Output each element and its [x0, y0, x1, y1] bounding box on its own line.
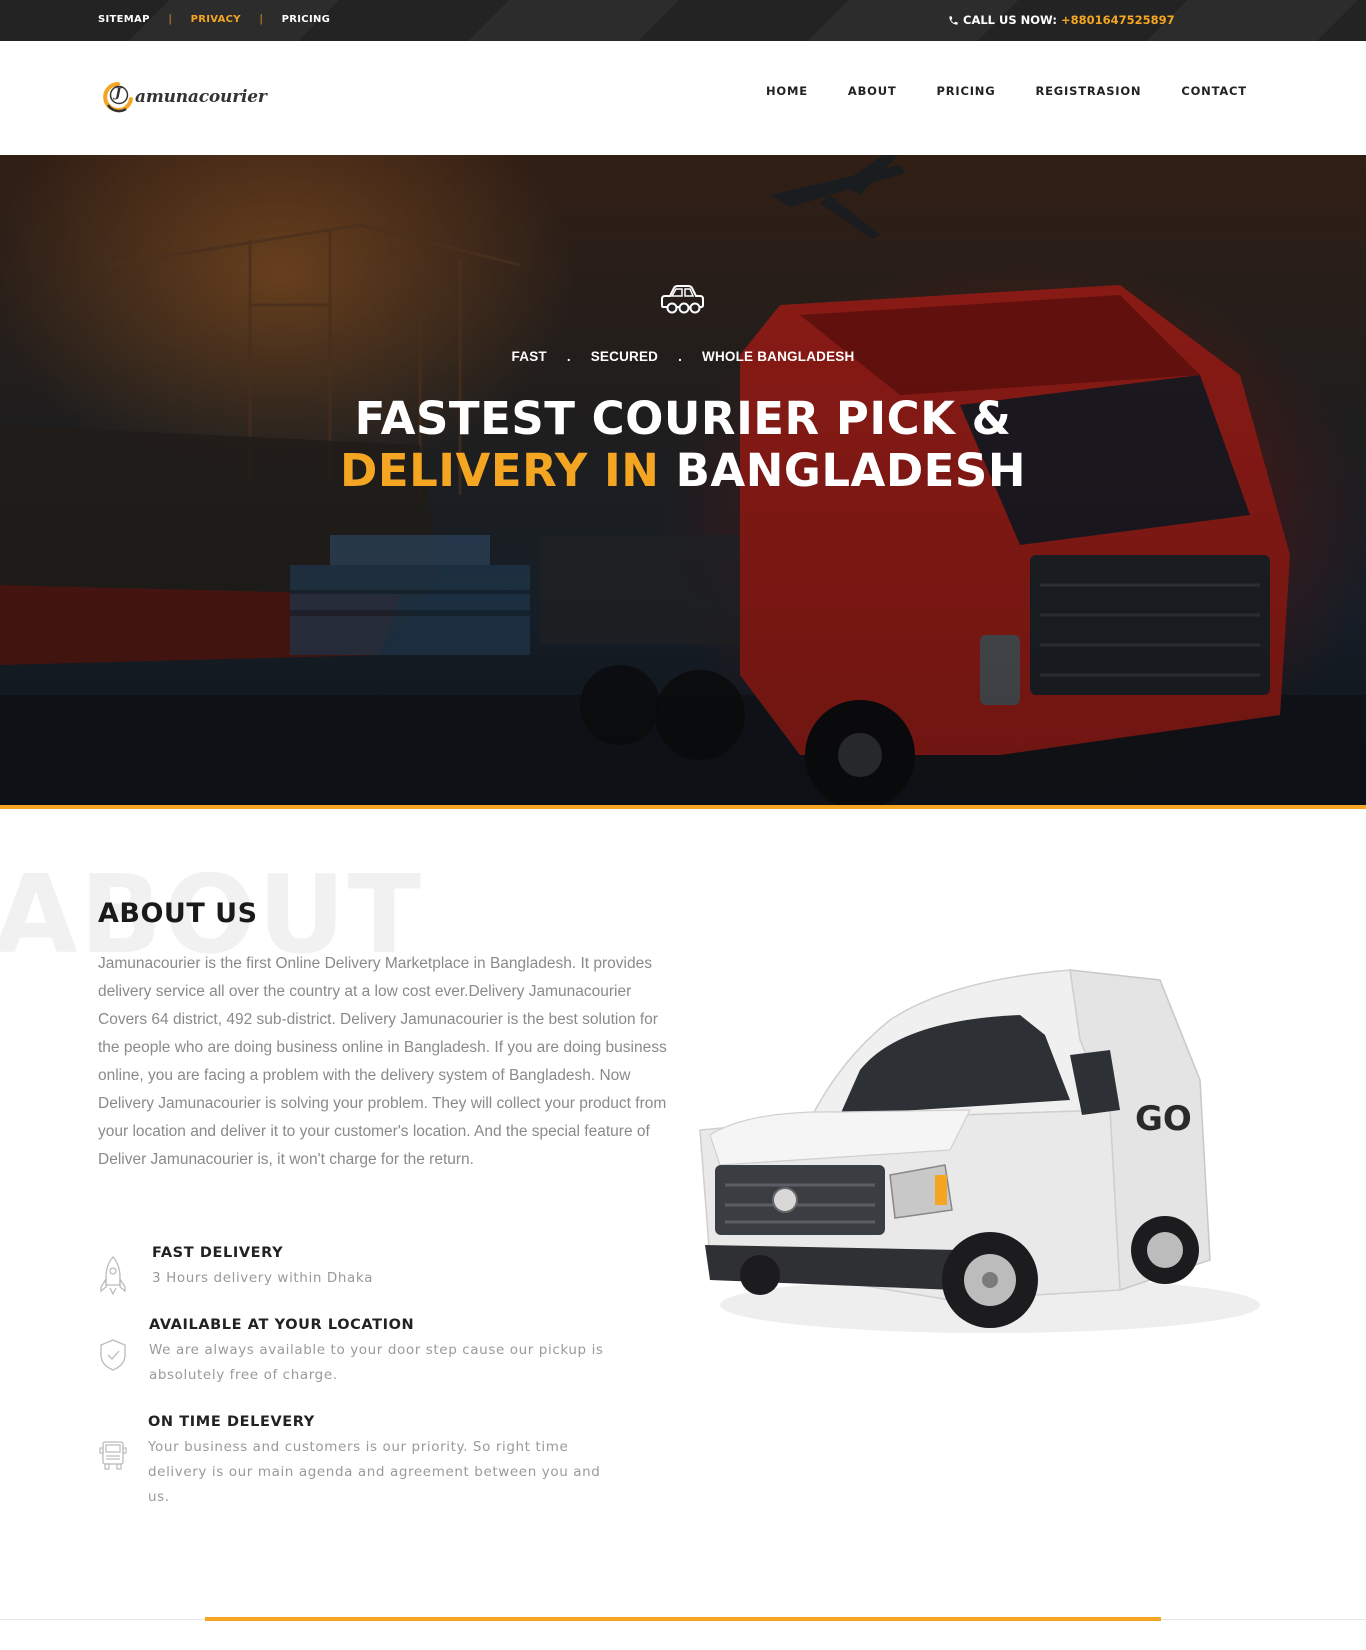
feature-on-time-delivery: ON TIME DELEVERY Your business and custo…: [98, 1414, 638, 1505]
hero-title: FASTEST COURIER PICK & DELIVERY IN BANGL…: [0, 393, 1366, 497]
logo-letter: J: [115, 86, 122, 101]
feature-fast-delivery: FAST DELIVERY 3 Hours delivery within Dh…: [98, 1245, 638, 1296]
feature-title: ON TIME DELEVERY: [148, 1414, 315, 1430]
phone-number-link[interactable]: +8801647525897: [1061, 13, 1175, 27]
hero-title-accent: DELIVERY IN: [340, 444, 660, 497]
tag-whole-bangladesh: WHOLE BANGLADESH: [702, 349, 855, 364]
section-accent-bar: [205, 1617, 1161, 1621]
hero-title-line1: FASTEST COURIER PICK &: [354, 392, 1012, 445]
hero-tagline: FAST . SECURED . WHOLE BANGLADESH: [0, 349, 1366, 364]
hero-accent-border: [0, 805, 1366, 809]
feature-description: Your business and customers is our prior…: [148, 1439, 601, 1505]
privacy-link[interactable]: PRIVACY: [191, 14, 241, 25]
call-label: CALL US NOW:: [963, 13, 1057, 27]
tag-separator: .: [678, 349, 683, 364]
nav-registrasion[interactable]: REGISTRASION: [1035, 84, 1141, 98]
main-nav: HOME ABOUT PRICING REGISTRASION CONTACT: [766, 84, 1247, 98]
pricing-top-link[interactable]: PRICING: [282, 14, 331, 25]
nav-about[interactable]: ABOUT: [848, 84, 897, 98]
phone-icon: [948, 15, 959, 26]
tag-fast: FAST: [511, 349, 547, 364]
nav-home[interactable]: HOME: [766, 84, 808, 98]
call-us: CALL US NOW: +8801647525897: [948, 13, 1175, 27]
separator: |: [259, 13, 263, 25]
feature-description: 3 Hours delivery within Dhaka: [152, 1270, 373, 1286]
about-title: ABOUT US: [98, 898, 258, 929]
sitemap-link[interactable]: SITEMAP: [98, 14, 150, 25]
shield-icon: [98, 1337, 128, 1377]
site-logo[interactable]: J amunacourier: [102, 81, 267, 113]
hero-banner: FAST . SECURED . WHOLE BANGLADESH FASTES…: [0, 155, 1366, 805]
feature-available-location: AVAILABLE AT YOUR LOCATION We are always…: [98, 1317, 638, 1387]
feature-title: AVAILABLE AT YOUR LOCATION: [149, 1317, 415, 1333]
site-header: J amunacourier HOME ABOUT PRICING REGIST…: [0, 41, 1366, 155]
tag-separator: .: [566, 349, 571, 364]
tag-secured: SECURED: [590, 349, 659, 364]
logo-mark-icon: J: [102, 81, 134, 113]
feature-title: FAST DELIVERY: [152, 1245, 284, 1261]
car-icon: [658, 283, 706, 317]
top-bar: SITEMAP | PRIVACY | PRICING CALL US NOW:…: [0, 0, 1366, 41]
feature-description: We are always available to your door ste…: [149, 1342, 604, 1383]
nav-pricing[interactable]: PRICING: [937, 84, 996, 98]
about-description: Jamunacourier is the first Online Delive…: [98, 955, 667, 1168]
separator: |: [168, 13, 172, 25]
delivery-van-image: GO: [699, 969, 1260, 1333]
logo-text: amunacourier: [135, 87, 267, 107]
top-bar-links: SITEMAP | PRIVACY | PRICING: [98, 13, 330, 25]
nav-contact[interactable]: CONTACT: [1181, 84, 1247, 98]
truck-icon: [98, 1436, 128, 1476]
rocket-icon: [98, 1255, 128, 1296]
hero-title-rest: BANGLADESH: [675, 444, 1026, 497]
van-badge: GO: [1135, 1099, 1192, 1139]
